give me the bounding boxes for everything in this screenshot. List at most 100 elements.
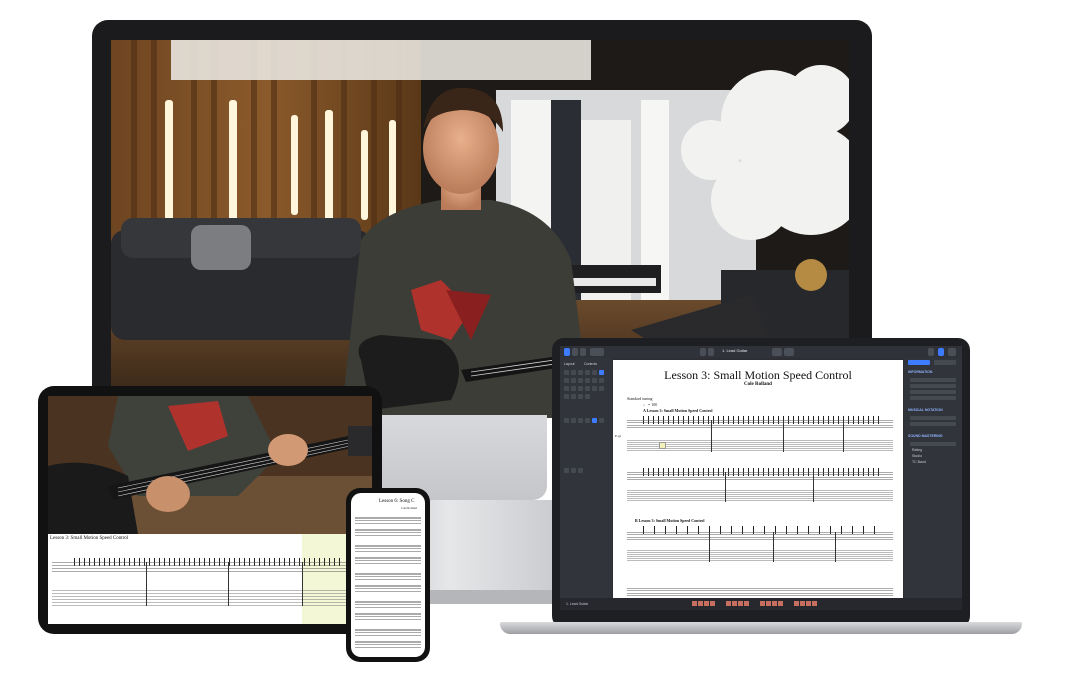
notation-field[interactable] bbox=[910, 422, 956, 426]
measure-cell[interactable] bbox=[710, 601, 715, 606]
barline bbox=[228, 562, 229, 606]
tab-staff bbox=[355, 557, 421, 564]
inspector-panel: INFORMATION MUSICAL NOTATION SOUND MASTE… bbox=[904, 358, 962, 598]
mastering-item[interactable]: Rating bbox=[912, 448, 922, 452]
section-information: INFORMATION bbox=[908, 370, 933, 374]
measure-cell[interactable] bbox=[812, 601, 817, 606]
tab-staff bbox=[52, 590, 368, 606]
measure-cell[interactable] bbox=[778, 601, 783, 606]
tablet-video-player[interactable] bbox=[48, 396, 372, 534]
palette-cell[interactable] bbox=[564, 394, 569, 399]
mastering-item[interactable]: TC Band bbox=[912, 460, 926, 464]
palette-cell[interactable] bbox=[592, 386, 597, 391]
palette-cell[interactable] bbox=[571, 386, 576, 391]
palette-cell[interactable] bbox=[571, 370, 576, 375]
info-field[interactable] bbox=[910, 390, 956, 394]
toolbar-button[interactable] bbox=[580, 348, 586, 356]
measure-cell[interactable] bbox=[806, 601, 811, 606]
palette-cell[interactable] bbox=[564, 418, 569, 423]
measure-cell[interactable] bbox=[732, 601, 737, 606]
palette-cell[interactable] bbox=[571, 418, 576, 423]
track-label[interactable]: 1. Lead Guitar bbox=[566, 602, 588, 606]
palette-cell[interactable] bbox=[599, 378, 604, 383]
palette-cell[interactable] bbox=[585, 394, 590, 399]
info-field[interactable] bbox=[910, 378, 956, 382]
palette-cell[interactable] bbox=[578, 386, 583, 391]
palette-cell[interactable] bbox=[571, 378, 576, 383]
measure-cell[interactable] bbox=[692, 601, 697, 606]
palette-cell[interactable] bbox=[564, 468, 569, 473]
score-tuning: Standard tuning bbox=[627, 396, 653, 401]
tablet-score-view[interactable]: Lesson 3: Small Motion Speed Control bbox=[48, 534, 372, 624]
palette-cell[interactable] bbox=[578, 370, 583, 375]
mastering-item[interactable]: Studio bbox=[912, 454, 922, 458]
palette-cell[interactable] bbox=[599, 418, 604, 423]
palette-cell[interactable] bbox=[578, 378, 583, 383]
notation-field[interactable] bbox=[910, 416, 956, 420]
phone-score-view[interactable]: Lesson 6: Song C Cole Rolland bbox=[351, 493, 425, 657]
standard-staff bbox=[355, 517, 421, 524]
palette-cell[interactable] bbox=[564, 370, 569, 375]
toolbar-button[interactable] bbox=[572, 348, 578, 356]
score-title: Lesson 3: Small Motion Speed Control bbox=[664, 368, 852, 382]
measure-cell[interactable] bbox=[698, 601, 703, 606]
palette-cell[interactable] bbox=[564, 386, 569, 391]
tab-staff bbox=[627, 550, 893, 562]
measure-cell[interactable] bbox=[760, 601, 765, 606]
palette-cell[interactable] bbox=[592, 370, 597, 375]
measure-cell[interactable] bbox=[738, 601, 743, 606]
measure-cell[interactable] bbox=[772, 601, 777, 606]
palette-cell[interactable] bbox=[578, 468, 583, 473]
edition-palette: Layout Controls bbox=[560, 358, 612, 598]
measure-cell[interactable] bbox=[794, 601, 799, 606]
toolbar-button[interactable] bbox=[928, 348, 934, 356]
palette-cell[interactable] bbox=[578, 418, 583, 423]
standard-staff bbox=[627, 532, 893, 542]
palette-cell[interactable] bbox=[564, 378, 569, 383]
panel-toggle-button[interactable] bbox=[938, 348, 944, 356]
tab-controls[interactable]: Controls bbox=[584, 362, 597, 366]
palette-cell[interactable] bbox=[599, 386, 604, 391]
palette-cell[interactable] bbox=[592, 378, 597, 383]
score-tempo: ♩ = 100 bbox=[643, 402, 658, 407]
rewind-button[interactable] bbox=[700, 348, 706, 356]
info-field[interactable] bbox=[910, 396, 956, 400]
measure-cell[interactable] bbox=[766, 601, 771, 606]
palette-cell[interactable] bbox=[578, 394, 583, 399]
zoom-control[interactable] bbox=[590, 348, 604, 356]
tab-staff bbox=[627, 440, 893, 452]
accent-button[interactable] bbox=[564, 348, 570, 356]
info-field[interactable] bbox=[910, 384, 956, 388]
palette-cell-active[interactable] bbox=[599, 370, 604, 375]
palette-cell[interactable] bbox=[585, 370, 590, 375]
barline bbox=[783, 420, 784, 452]
palette-cell[interactable] bbox=[571, 394, 576, 399]
palette-cell[interactable] bbox=[585, 386, 590, 391]
tempo-display[interactable] bbox=[772, 348, 782, 356]
measure-cell[interactable] bbox=[800, 601, 805, 606]
tab-song[interactable] bbox=[908, 360, 930, 365]
barline bbox=[813, 472, 814, 502]
tab-track[interactable] bbox=[934, 360, 956, 365]
measure-cell[interactable] bbox=[726, 601, 731, 606]
phone-composer: Cole Rolland bbox=[401, 506, 417, 510]
palette-cell[interactable] bbox=[585, 418, 590, 423]
tab-layout[interactable]: Layout bbox=[564, 362, 575, 366]
palette-cell[interactable] bbox=[571, 468, 576, 473]
metronome-button[interactable] bbox=[784, 348, 794, 356]
score-page[interactable]: Lesson 3: Small Motion Speed Control Col… bbox=[613, 360, 903, 600]
barline bbox=[843, 420, 844, 452]
track-bar: 1. Lead Guitar bbox=[560, 598, 962, 610]
measure-cell[interactable] bbox=[744, 601, 749, 606]
standard-staff bbox=[355, 601, 421, 608]
section-musical-notation: MUSICAL NOTATION bbox=[908, 408, 943, 412]
settings-button[interactable] bbox=[948, 348, 956, 356]
palette-cell[interactable] bbox=[585, 378, 590, 383]
measure-cell[interactable] bbox=[704, 601, 709, 606]
cursor-box[interactable] bbox=[659, 442, 666, 449]
mastering-field[interactable] bbox=[910, 442, 956, 446]
play-button[interactable] bbox=[708, 348, 714, 356]
standard-staff bbox=[52, 562, 368, 574]
standard-staff bbox=[627, 472, 893, 482]
palette-cell-active[interactable] bbox=[592, 418, 597, 423]
